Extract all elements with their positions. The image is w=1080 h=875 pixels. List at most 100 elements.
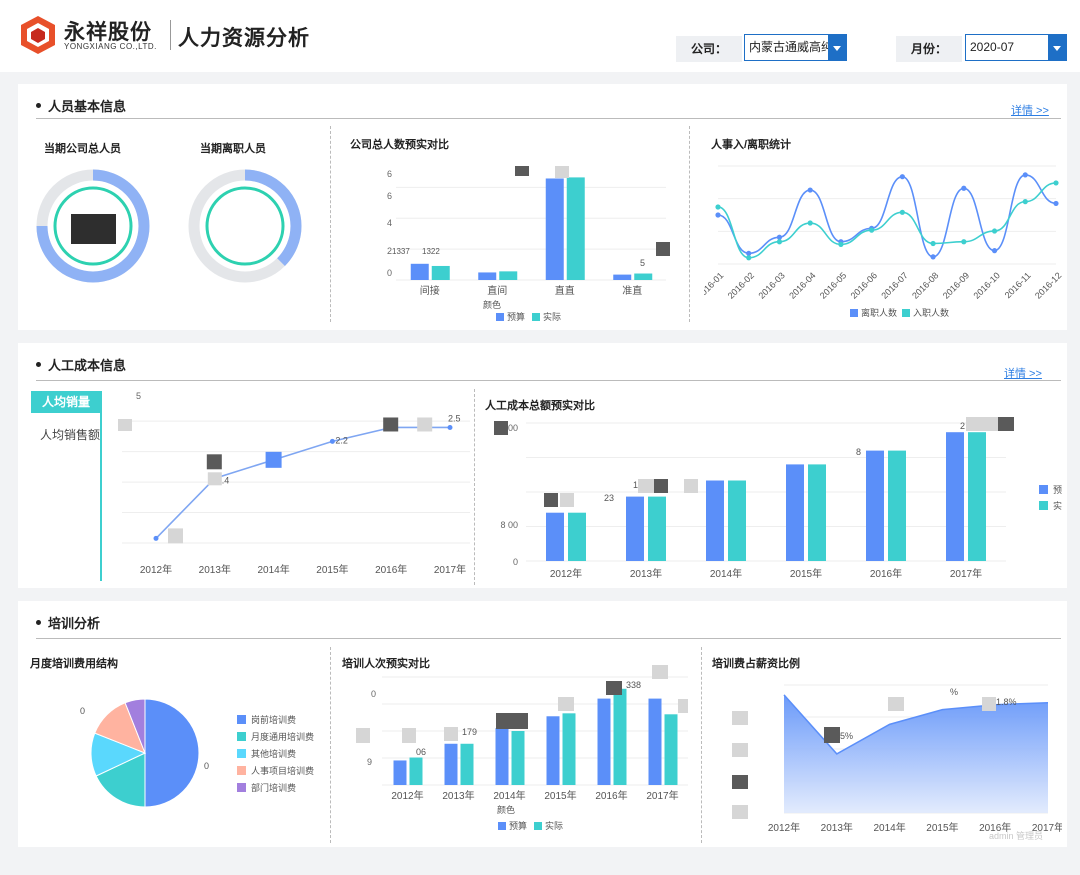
legend-swatch	[532, 313, 540, 321]
data-point	[1023, 172, 1028, 177]
bar-预算	[946, 432, 964, 561]
legend-label: 预算	[1053, 484, 1062, 495]
redaction-block	[966, 417, 982, 431]
redaction-block	[652, 665, 668, 679]
data-point	[330, 439, 335, 444]
chart-title-training-structure: 月度培训费用结构	[30, 655, 118, 671]
legend-swatch	[237, 732, 246, 741]
x-tick-label: 2016-01	[704, 270, 725, 300]
data-label: 8	[856, 447, 861, 457]
bar-预算	[411, 264, 429, 280]
y-tick-label: 4	[387, 218, 392, 228]
x-tick-label: 2016-09	[941, 270, 971, 300]
redaction-block	[558, 697, 574, 711]
chart-title-inout: 人事入/离职统计	[711, 136, 791, 152]
section-title-basic: 人员基本信息	[36, 96, 126, 115]
data-label: %	[950, 687, 958, 697]
basic-info-panel: 人员基本信息 详情 >> 当期公司总人员 当期离职人员 公司总人数预实对比 02…	[18, 84, 1067, 330]
chevron-down-icon[interactable]	[1048, 35, 1066, 60]
bar-实际	[499, 271, 517, 280]
training-count-chart: 902012年2013年2014年2015年2016年2017年06179338…	[336, 663, 696, 839]
x-tick-label: 2016-02	[726, 270, 756, 300]
month-select[interactable]: 2020-07	[965, 34, 1067, 61]
training-ratio-chart: 5%%1.8%2012年2013年2014年2015年2016年2017年	[706, 671, 1062, 837]
data-point	[838, 242, 843, 247]
bar-预算	[445, 744, 458, 785]
x-tick-label: 2013年	[199, 563, 231, 576]
legend-swatch	[496, 313, 504, 321]
pie-slice-岗前培训费	[145, 699, 199, 807]
total-staff-gauge	[35, 168, 151, 284]
legend-label: 入职人数	[913, 307, 949, 318]
legend-label: 实际	[1053, 500, 1062, 511]
x-tick-label: 2012年	[391, 789, 423, 802]
section-divider	[36, 380, 1061, 381]
bar-预算	[394, 760, 407, 785]
x-tick-label: 2015年	[790, 567, 822, 580]
training-structure-chart: 00岗前培训费月度通用培训费其他培训费人事项目培训费部门培训费	[32, 681, 332, 811]
chevron-down-icon[interactable]	[828, 35, 846, 60]
bar-实际	[563, 713, 576, 785]
basic-detail-link[interactable]: 详情 >>	[1011, 102, 1049, 118]
data-label: 1322	[422, 247, 440, 256]
redaction-block	[982, 697, 996, 711]
data-label: .4	[222, 475, 230, 485]
tab-revenue-per-capita[interactable]: 人均销售额	[40, 426, 100, 443]
data-point	[930, 241, 935, 246]
data-label: 5%	[840, 731, 853, 741]
data-label: 0	[80, 706, 85, 716]
cost-detail-link[interactable]: 详情 >>	[1004, 365, 1042, 381]
data-label: 338	[626, 680, 641, 690]
x-tick-label: 2016-04	[787, 270, 817, 300]
data-point	[1053, 201, 1058, 206]
section-title-cost: 人工成本信息	[36, 355, 126, 374]
redaction-block	[998, 417, 1014, 431]
bar-实际	[968, 432, 986, 561]
data-point	[715, 212, 720, 217]
redaction-block	[654, 479, 668, 493]
page-title: 人力资源分析	[178, 22, 310, 52]
bar-预算	[626, 497, 644, 561]
legend-label: 预算	[509, 820, 527, 831]
x-tick-label: 2016年	[375, 563, 407, 576]
data-point	[869, 228, 874, 233]
bar-实际	[512, 731, 525, 785]
data-point	[930, 254, 935, 259]
x-tick-label: 2014年	[873, 821, 905, 834]
legend-label: 实际	[545, 820, 563, 831]
bar-预算	[598, 699, 611, 785]
bar-实际	[634, 274, 652, 280]
x-tick-label: 2012年	[550, 567, 582, 580]
section-divider	[36, 118, 1061, 119]
data-label: 2	[960, 421, 965, 431]
data-label: 1.8%	[996, 697, 1017, 707]
legend-label: 实际	[543, 311, 561, 322]
bar-预算	[649, 699, 662, 785]
redaction-block	[560, 493, 574, 507]
sales-per-capita-chart: 5.42.22.52012年2013年2014年2015年2016年2017年	[102, 383, 472, 583]
legend-label: 岗前培训费	[251, 714, 296, 725]
bar-预算	[546, 513, 564, 561]
tab-sales-per-capita[interactable]: 人均销量	[31, 391, 101, 413]
gauge-redacted-value	[71, 214, 116, 244]
x-axis-title: 颜色	[483, 299, 501, 310]
company-select[interactable]: 内蒙古通威高纯晶	[744, 34, 847, 61]
data-point	[900, 174, 905, 179]
data-point	[777, 239, 782, 244]
data-point	[154, 536, 159, 541]
highlight-marker	[266, 452, 282, 468]
bar-预算	[496, 728, 509, 785]
redaction-block	[732, 743, 748, 757]
column-divider	[330, 647, 331, 843]
redaction-block	[555, 166, 569, 178]
redaction-block	[118, 419, 132, 431]
legend-swatch	[850, 309, 858, 317]
redaction-block	[512, 713, 528, 729]
data-point	[992, 248, 997, 253]
x-tick-label: 2016-05	[818, 270, 848, 300]
x-tick-label: 2013年	[442, 789, 474, 802]
watermark-text: admin 管理员	[989, 829, 1043, 842]
gauge-inner-ring	[207, 188, 283, 264]
legend-swatch	[498, 822, 506, 830]
data-point	[961, 239, 966, 244]
